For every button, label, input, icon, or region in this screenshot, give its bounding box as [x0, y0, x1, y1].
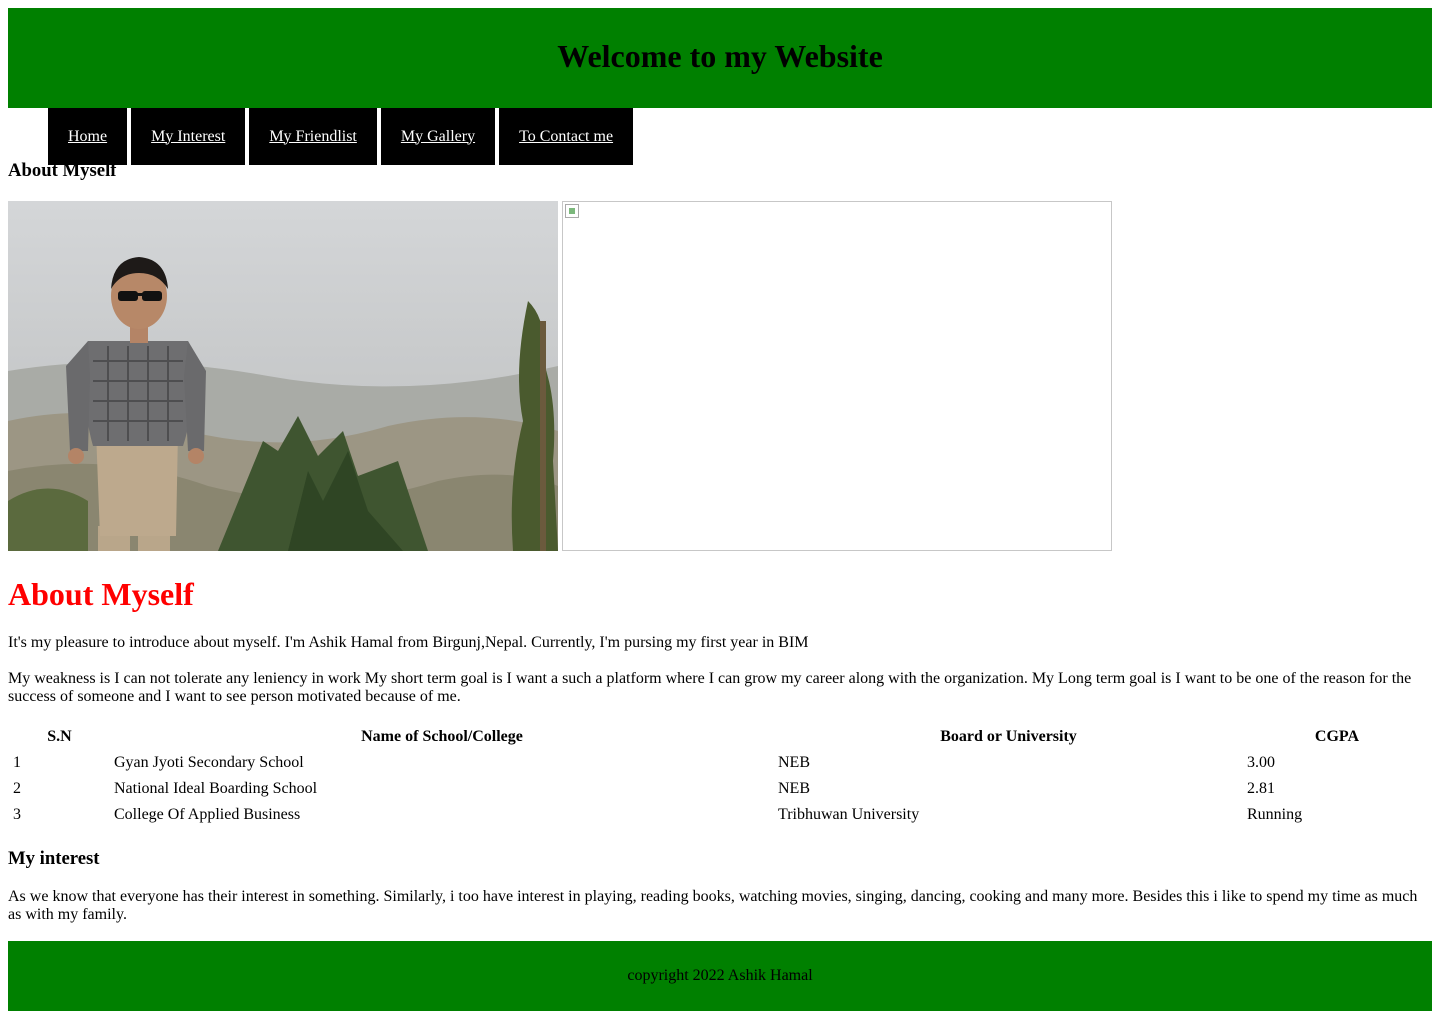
goals-paragraph: My weakness is I can not tolerate any le… — [8, 670, 1412, 705]
site-title: Welcome to my Website — [557, 37, 883, 74]
nav-link-my-interest[interactable]: My Interest — [151, 128, 225, 146]
broken-image — [562, 201, 1112, 551]
cell-sn: 3 — [13, 806, 21, 823]
table-header-row: S.N Name of School/College Board or Univ… — [10, 725, 1430, 749]
table-row: 2 National Ideal Boarding School NEB 2.8… — [10, 777, 1430, 801]
photo-row — [8, 201, 1112, 551]
cell-school: Gyan Jyoti Secondary School — [114, 754, 304, 771]
site-footer: copyright 2022 Ashik Hamal — [8, 941, 1432, 1011]
header-school: Name of School/College — [361, 728, 523, 745]
cell-sn: 2 — [13, 780, 21, 797]
header-board: Board or University — [940, 728, 1077, 745]
about-heading-small: About Myself — [8, 160, 117, 181]
broken-image-icon — [565, 204, 579, 218]
cell-school: College Of Applied Business — [114, 806, 301, 823]
about-heading: About Myself — [8, 576, 194, 612]
education-table: S.N Name of School/College Board or Univ… — [8, 723, 1432, 829]
person-photo-image — [8, 201, 558, 551]
cell-board: Tribhuwan University — [778, 806, 920, 823]
nav-link-home[interactable]: Home — [68, 128, 107, 146]
interest-heading: My interest — [8, 848, 100, 869]
cell-cgpa: 2.81 — [1247, 780, 1275, 797]
cell-cgpa: Running — [1247, 806, 1303, 823]
nav-item-my-friendlist[interactable]: My Friendlist — [249, 108, 377, 165]
cell-board: NEB — [778, 754, 810, 771]
nav-link-my-gallery[interactable]: My Gallery — [401, 128, 475, 146]
nav-link-contact[interactable]: To Contact me — [519, 128, 613, 146]
intro-paragraph: It's my pleasure to introduce about myse… — [8, 634, 809, 651]
copyright-text: copyright 2022 Ashik Hamal — [627, 967, 813, 984]
cell-sn: 1 — [13, 754, 21, 771]
header-cgpa: CGPA — [1314, 728, 1360, 745]
cell-cgpa: 3.00 — [1247, 754, 1275, 771]
nav-item-contact[interactable]: To Contact me — [499, 108, 634, 165]
site-header: Welcome to my Website — [8, 8, 1432, 108]
cell-school: National Ideal Boarding School — [114, 780, 318, 797]
header-sn: S.N — [47, 728, 72, 745]
cell-board: NEB — [778, 780, 810, 797]
interest-paragraph: As we know that everyone has their inter… — [8, 888, 1418, 923]
table-row: 1 Gyan Jyoti Secondary School NEB 3.00 — [10, 751, 1430, 775]
page: Welcome to my Website Home My Interest M… — [8, 8, 1432, 1011]
nav-item-my-gallery[interactable]: My Gallery — [380, 108, 496, 165]
main-nav: Home My Interest My Friendlist My Galler… — [8, 108, 1432, 165]
table-row: 3 College Of Applied Business Tribhuwan … — [10, 803, 1430, 827]
nav-item-my-interest[interactable]: My Interest — [131, 108, 246, 165]
nav-item-home[interactable]: Home — [48, 108, 128, 165]
nav-link-my-friendlist[interactable]: My Friendlist — [269, 128, 357, 146]
person-photo — [8, 201, 558, 551]
